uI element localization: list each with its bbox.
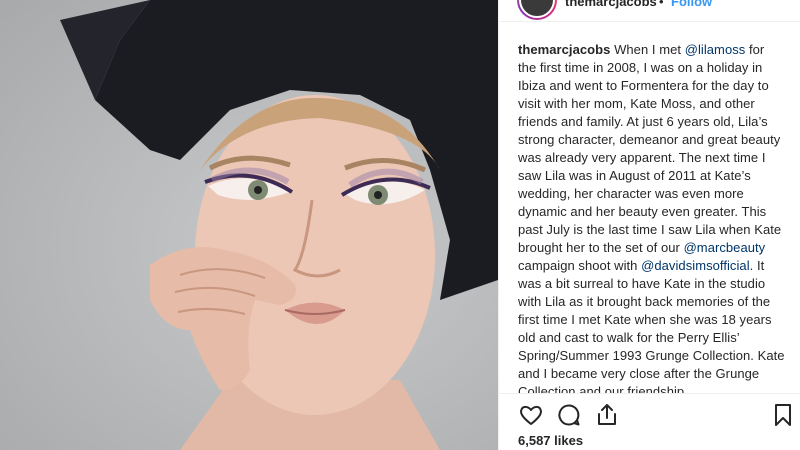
caption-text: for the first time in 2008, I was on a h… — [518, 42, 782, 255]
likes-count[interactable]: 6,587 likes — [518, 433, 583, 448]
share-icon[interactable] — [594, 402, 620, 428]
post-caption: themarcjacobs When I met @lilamoss for t… — [518, 41, 786, 393]
follow-button[interactable]: Follow — [671, 0, 712, 9]
bookmark-icon[interactable] — [770, 402, 796, 428]
mention-link[interactable]: @davidsimsofficial — [641, 258, 750, 273]
header-separator: • — [659, 0, 664, 9]
post-photo[interactable] — [0, 0, 498, 450]
caption-text: When I met — [610, 42, 685, 57]
comment-icon[interactable] — [556, 402, 582, 428]
mention-link[interactable]: @lilamoss — [685, 42, 746, 57]
caption-username[interactable]: themarcjacobs — [518, 42, 610, 57]
action-bar — [499, 393, 800, 433]
heart-icon[interactable] — [518, 402, 544, 428]
caption-text: campaign shoot with — [518, 258, 642, 273]
mention-link[interactable]: @marcbeauty — [684, 240, 766, 255]
portrait-illustration — [60, 0, 498, 450]
header-username[interactable]: themarcjacobs — [565, 0, 657, 9]
post-header: themarcjacobs • Follow — [499, 0, 800, 22]
caption-text: . It was a bit surreal to have Kate in t… — [518, 258, 785, 393]
post-side-panel: themarcjacobs • Follow themarcjacobs Whe… — [499, 0, 800, 450]
avatar[interactable] — [517, 0, 557, 20]
